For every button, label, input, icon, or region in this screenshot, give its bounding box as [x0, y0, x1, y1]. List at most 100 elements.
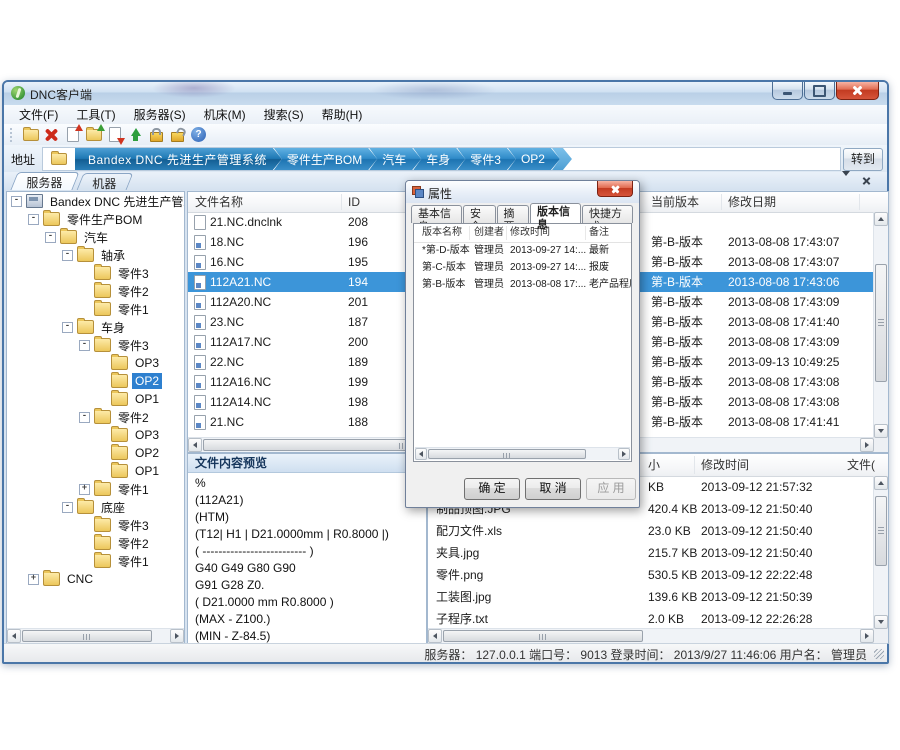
menu-item[interactable]: 服务器(S)	[125, 104, 195, 125]
dialog-tab[interactable]: 安全	[463, 205, 496, 223]
tree-item[interactable]: - Bandex DNC 先进生产管理系统	[7, 192, 184, 210]
tree-expander[interactable]: -	[62, 250, 73, 261]
pin-menu-button[interactable]	[842, 176, 855, 187]
menu-item[interactable]: 帮助(H)	[313, 104, 372, 125]
dialog-horizontal-scrollbar[interactable]	[415, 447, 630, 460]
tree-expander[interactable]: -	[62, 322, 73, 333]
tree-expander[interactable]: -	[79, 340, 90, 351]
column-header-modified[interactable]: 修改时间	[701, 454, 749, 476]
tree-item[interactable]: OP1	[7, 390, 184, 408]
file-list-vertical-scrollbar[interactable]	[873, 212, 888, 438]
scrollbar-thumb[interactable]	[443, 630, 643, 642]
attachment-row[interactable]: 配刀文件.xls 23.0 KB 2013-09-12 21:50:40	[428, 520, 874, 542]
scroll-right-arrow[interactable]	[618, 448, 630, 460]
attachment-row[interactable]: 工装图.jpg 139.6 KB 2013-09-12 21:50:39	[428, 586, 874, 608]
breadcrumb-item[interactable]: 零件3	[457, 148, 516, 170]
go-button[interactable]: 转到	[843, 148, 883, 171]
view-tab[interactable]: 机器	[77, 173, 134, 190]
tree-expander[interactable]: -	[45, 232, 56, 243]
column-separator[interactable]	[341, 194, 342, 210]
dialog-close-button[interactable]	[597, 181, 633, 197]
help-button[interactable]	[188, 125, 209, 144]
version-row[interactable]: *第-D-版本 管理员 2013-09-27 14:... 最新	[414, 242, 631, 259]
dialog-tab[interactable]: 基本信息	[411, 205, 462, 223]
menu-item[interactable]: 工具(T)	[67, 104, 124, 125]
column-header-file[interactable]: 文件(&	[847, 454, 875, 476]
tree-expander[interactable]: -	[79, 412, 90, 423]
attachment-horizontal-scrollbar[interactable]	[428, 628, 874, 643]
download-file-button[interactable]	[104, 125, 125, 144]
column-header-note[interactable]: 备注	[589, 224, 609, 242]
tree-item[interactable]: OP2	[7, 372, 184, 390]
address-field[interactable]: Bandex DNC 先进生产管理系统 零件生产BOM 汽车 车身 零件3 OP…	[42, 147, 841, 171]
tree-item[interactable]: - 轴承	[7, 246, 184, 264]
dialog-tab[interactable]: 摘要	[497, 205, 530, 223]
close-button[interactable]	[836, 82, 879, 100]
scroll-down-arrow[interactable]	[874, 424, 888, 438]
tree-item[interactable]: - 车身	[7, 318, 184, 336]
send-button[interactable]	[125, 125, 146, 144]
tree-expander[interactable]: -	[62, 502, 73, 513]
tree-item[interactable]: 零件1	[7, 300, 184, 318]
column-header-size[interactable]: 小	[648, 454, 660, 476]
tree-item[interactable]: - 底座	[7, 498, 184, 516]
tree-item[interactable]: OP3	[7, 354, 184, 372]
maximize-button[interactable]	[804, 82, 835, 100]
minimize-button[interactable]	[772, 82, 803, 100]
scroll-left-arrow[interactable]	[7, 629, 21, 643]
close-pane-button[interactable]	[862, 176, 875, 187]
tree-item[interactable]: 零件2	[7, 534, 184, 552]
menu-item[interactable]: 搜索(S)	[255, 104, 313, 125]
attachment-vertical-scrollbar[interactable]	[873, 476, 888, 629]
new-folder-button[interactable]	[20, 125, 41, 144]
scroll-left-arrow[interactable]	[415, 448, 427, 460]
tree-expander[interactable]: +	[79, 484, 90, 495]
tree-item[interactable]: OP1	[7, 462, 184, 480]
scroll-up-arrow[interactable]	[874, 476, 888, 490]
column-header-name[interactable]: 文件名称	[195, 192, 243, 212]
version-row[interactable]: 第-C-版本 管理员 2013-09-27 14:... 报废	[414, 259, 631, 276]
upload-file-button[interactable]	[62, 125, 83, 144]
lock-button[interactable]	[146, 125, 167, 144]
tree-item[interactable]: OP2	[7, 444, 184, 462]
cancel-button[interactable]: 取 消	[525, 478, 581, 500]
tree-expander[interactable]: -	[28, 214, 39, 225]
open-folder-button[interactable]	[83, 125, 104, 144]
column-header-date[interactable]: 修改日期	[728, 192, 776, 212]
tree-expander[interactable]: +	[28, 574, 39, 585]
dialog-tab[interactable]: 快捷方式	[582, 205, 633, 223]
title-bar[interactable]: DNC客户端	[4, 82, 887, 105]
menu-item[interactable]: 机床(M)	[195, 104, 255, 125]
resize-grip[interactable]	[874, 649, 884, 659]
ok-button[interactable]: 确 定	[464, 478, 520, 500]
version-row[interactable]: 第-B-版本 管理员 2013-08-08 17:... 老产品程序	[414, 276, 631, 293]
delete-button[interactable]	[41, 125, 62, 144]
tree-item[interactable]: - 零件2	[7, 408, 184, 426]
column-separator[interactable]	[721, 194, 722, 210]
tree-item[interactable]: 零件2	[7, 282, 184, 300]
dialog-title-bar[interactable]: 属性	[406, 181, 639, 203]
tree-item[interactable]: 零件1	[7, 552, 184, 570]
view-tab[interactable]: 服务器	[10, 172, 79, 190]
scrollbar-thumb[interactable]	[22, 630, 152, 642]
tree-item[interactable]: 零件3	[7, 516, 184, 534]
column-header-version[interactable]: 当前版本	[651, 192, 699, 212]
tree-item[interactable]: 零件3	[7, 264, 184, 282]
attachment-row[interactable]: 零件.png 530.5 KB 2013-09-12 22:22:48	[428, 564, 874, 586]
tree-item[interactable]: - 汽车	[7, 228, 184, 246]
column-header-id[interactable]: ID	[348, 192, 360, 212]
scroll-down-arrow[interactable]	[874, 615, 888, 629]
column-header-version-name[interactable]: 版本名称	[422, 224, 462, 242]
tree-item[interactable]: + 零件1	[7, 480, 184, 498]
version-table-header[interactable]: 版本名称 创建者 修改时间 备注	[414, 224, 631, 243]
scrollbar-thumb[interactable]	[875, 264, 887, 382]
scroll-right-arrow[interactable]	[170, 629, 184, 643]
preview-body[interactable]: % (112A21) (HTM) (T12| H1 | D21.0000mm |…	[188, 472, 426, 643]
column-separator[interactable]	[859, 194, 860, 210]
column-header-creator[interactable]: 创建者	[474, 224, 504, 242]
scroll-right-arrow[interactable]	[860, 629, 874, 643]
scrollbar-thumb[interactable]	[875, 496, 887, 566]
menu-item[interactable]: 文件(F)	[10, 104, 67, 125]
tree-expander[interactable]: -	[11, 196, 22, 207]
tree-horizontal-scrollbar[interactable]	[7, 628, 184, 643]
